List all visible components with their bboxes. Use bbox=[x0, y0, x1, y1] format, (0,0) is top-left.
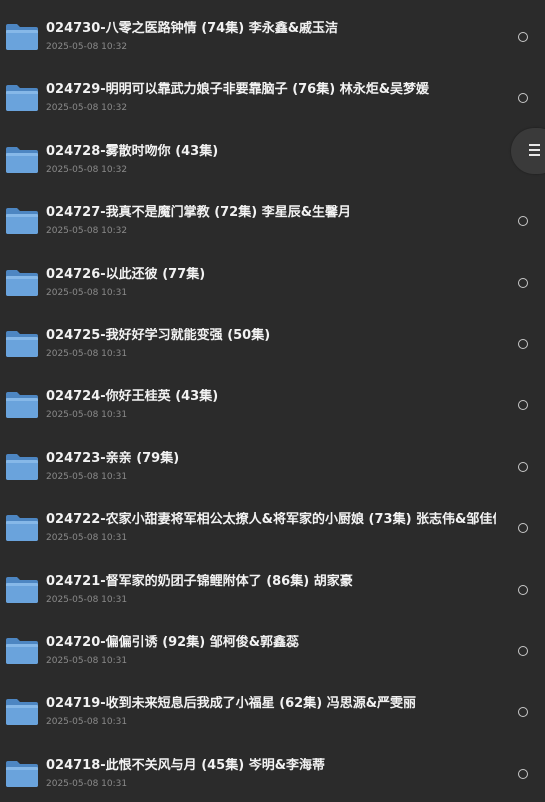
file-date: 2025-05-08 10:31 bbox=[46, 717, 128, 728]
file-row[interactable]: 024729-明明可以靠武力娘子非要靠脑子 (76集) 林永炬&吴梦媛 2025-… bbox=[0, 65, 545, 126]
file-name: 024723-亲亲 (79集) bbox=[46, 450, 180, 466]
file-row[interactable]: 024719-收到未来短息后我成了小福星 (62集) 冯思源&严雯丽 2025-0… bbox=[0, 679, 545, 740]
select-radio[interactable] bbox=[518, 277, 528, 288]
file-list: 024730-八零之医路钟情 (74集) 李永鑫&戚玉洁 2025-05-08 1… bbox=[0, 0, 545, 800]
select-radio[interactable] bbox=[518, 768, 528, 779]
select-radio[interactable] bbox=[518, 646, 528, 656]
select-radio[interactable] bbox=[518, 707, 528, 718]
file-row[interactable]: 024726-以此还彼 (77集) 2025-05-08 10:31 bbox=[0, 250, 545, 311]
file-name: 024727-我真不是魔门掌教 (72集) 李星辰&生馨月 bbox=[46, 205, 352, 221]
file-date: 2025-05-08 10:31 bbox=[46, 410, 128, 421]
select-radio[interactable] bbox=[518, 32, 528, 42]
select-radio[interactable] bbox=[518, 216, 528, 227]
folder-icon bbox=[6, 146, 38, 173]
folder-icon bbox=[6, 24, 38, 50]
folder-icon bbox=[6, 392, 38, 419]
folder-icon bbox=[6, 576, 38, 603]
file-date: 2025-05-08 10:31 bbox=[46, 778, 128, 789]
file-row[interactable]: 024725-我好好学习就能变强 (50集) 2025-05-08 10:31 bbox=[0, 311, 545, 372]
select-radio[interactable] bbox=[518, 339, 528, 349]
file-name: 024729-明明可以靠武力娘子非要靠脑子 (76集) 林永炬&吴梦媛 bbox=[46, 82, 430, 98]
file-row[interactable]: 024720-偏偏引诱 (92集) 邹柯俊&郭鑫蕊 2025-05-08 10:3… bbox=[0, 618, 545, 679]
select-radio[interactable] bbox=[518, 400, 528, 411]
file-date: 2025-05-08 10:31 bbox=[46, 533, 128, 544]
file-row[interactable]: 024727-我真不是魔门掌教 (72集) 李星辰&生馨月 2025-05-08 … bbox=[0, 188, 545, 249]
file-name: 024721-督军家的奶团子锦鲤附体了 (86集) 胡家豪 bbox=[46, 573, 353, 589]
file-name: 024719-收到未来短息后我成了小福星 (62集) 冯思源&严雯丽 bbox=[46, 696, 417, 712]
file-date: 2025-05-08 10:31 bbox=[46, 349, 128, 359]
file-date: 2025-05-08 10:31 bbox=[46, 471, 128, 482]
file-row[interactable]: 024724-你好王桂英 (43集) 2025-05-08 10:31 bbox=[0, 372, 545, 433]
file-date: 2025-05-08 10:31 bbox=[46, 656, 128, 666]
file-date: 2025-05-08 10:32 bbox=[46, 164, 128, 175]
file-row[interactable]: 024723-亲亲 (79集) 2025-05-08 10:31 bbox=[0, 434, 545, 495]
select-radio[interactable] bbox=[518, 523, 528, 534]
file-row[interactable]: 024728-雾散时吻你 (43集) 2025-05-08 10:32 bbox=[0, 127, 545, 188]
folder-icon bbox=[6, 453, 38, 480]
select-radio[interactable] bbox=[518, 461, 528, 472]
file-name: 024724-你好王桂英 (43集) bbox=[46, 389, 219, 405]
file-date: 2025-05-08 10:32 bbox=[46, 226, 128, 237]
folder-icon bbox=[6, 515, 38, 542]
menu-icon bbox=[529, 144, 540, 158]
folder-icon bbox=[6, 699, 38, 726]
select-radio[interactable] bbox=[518, 584, 528, 595]
select-radio[interactable] bbox=[518, 93, 528, 104]
folder-icon bbox=[6, 85, 38, 112]
folder-icon bbox=[6, 269, 38, 296]
file-row[interactable]: 024730-八零之医路钟情 (74集) 李永鑫&戚玉洁 2025-05-08 1… bbox=[0, 4, 545, 65]
folder-icon bbox=[6, 760, 38, 787]
folder-icon bbox=[6, 208, 38, 235]
file-name: 024726-以此还彼 (77集) bbox=[46, 266, 206, 282]
folder-icon bbox=[6, 638, 38, 664]
file-row[interactable]: 024718-此恨不关风与月 (45集) 岑明&李海蒂 2025-05-08 10… bbox=[0, 741, 545, 802]
file-name: 024718-此恨不关风与月 (45集) 岑明&李海蒂 bbox=[46, 757, 326, 773]
file-name: 024730-八零之医路钟情 (74集) 李永鑫&戚玉洁 bbox=[46, 21, 339, 36]
file-name: 024725-我好好学习就能变强 (50集) bbox=[46, 328, 271, 343]
file-name: 024722-农家小甜妻将军相公太撩人&将军家的小厨娘 (73集) 张志伟&邹佳… bbox=[46, 512, 496, 528]
file-date: 2025-05-08 10:32 bbox=[46, 103, 128, 114]
file-name: 024720-偏偏引诱 (92集) 邹柯俊&郭鑫蕊 bbox=[46, 635, 300, 650]
folder-icon bbox=[6, 331, 38, 357]
file-date: 2025-05-08 10:31 bbox=[46, 287, 128, 298]
file-name: 024728-雾散时吻你 (43集) bbox=[46, 143, 219, 159]
file-date: 2025-05-08 10:32 bbox=[46, 42, 128, 52]
file-date: 2025-05-08 10:31 bbox=[46, 594, 128, 605]
file-row[interactable]: 024721-督军家的奶团子锦鲤附体了 (86集) 胡家豪 2025-05-08 … bbox=[0, 557, 545, 618]
file-row[interactable]: 024722-农家小甜妻将军相公太撩人&将军家的小厨娘 (73集) 张志伟&邹佳… bbox=[0, 495, 545, 556]
